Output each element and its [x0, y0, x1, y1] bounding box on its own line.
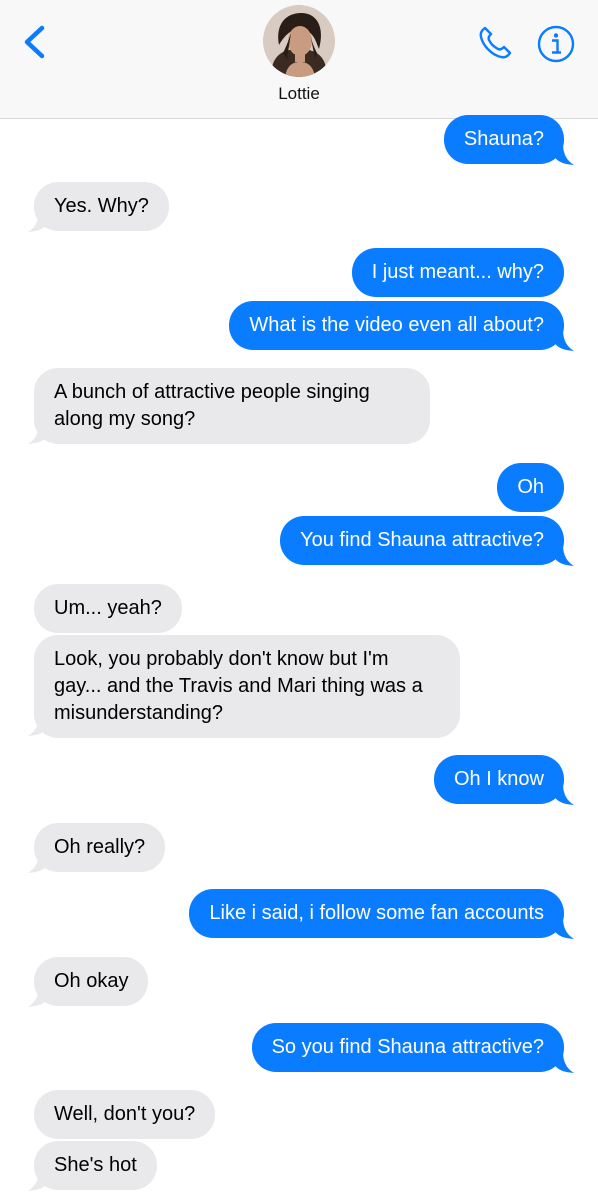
message-bubble-received[interactable]: She's hot [34, 1141, 157, 1190]
bubble-tail [28, 422, 48, 444]
bubble-tail [28, 714, 48, 736]
message-text: What is the video even all about? [249, 314, 544, 336]
bubble-tail [28, 1169, 48, 1191]
message-bubble-sent[interactable]: You find Shauna attractive? [280, 516, 564, 565]
message-bubble-received[interactable]: Well, don't you? [34, 1090, 216, 1139]
message-bubble-received[interactable]: Look, you probably don't know but I'm ga… [34, 635, 460, 738]
back-button[interactable] [18, 24, 52, 60]
message-bubble-sent[interactable]: Like i said, i follow some fan accounts [189, 889, 564, 938]
call-button[interactable] [474, 22, 516, 64]
message-text: She's hot [54, 1154, 137, 1176]
bubble-tail [554, 1051, 574, 1073]
message-text: Yes. Why? [54, 195, 149, 217]
message-bubble-sent[interactable]: So you find Shauna attractive? [251, 1023, 564, 1072]
bubble-tail [554, 544, 574, 566]
bubble-tail [554, 329, 574, 351]
bubble-tail [28, 985, 48, 1007]
contact-name[interactable]: Lottie [0, 84, 598, 104]
message-bubble-sent[interactable]: Oh [497, 463, 564, 512]
bubble-tail [554, 917, 574, 939]
message-text: You find Shauna attractive? [300, 529, 544, 551]
message-bubble-sent[interactable]: I just meant... why? [351, 248, 564, 297]
message-bubble-received[interactable]: Um... yeah? [34, 584, 182, 633]
message-text: Oh I know [453, 768, 544, 790]
bubble-tail [28, 851, 48, 873]
message-text: I just meant... why? [371, 261, 544, 283]
chevron-left-icon [24, 25, 45, 59]
conversation-header: Lottie [0, 0, 598, 119]
message-text: So you find Shauna attractive? [271, 1036, 544, 1058]
message-bubble-received[interactable]: Oh okay [34, 957, 149, 1006]
message-text: Well, don't you? [54, 1103, 196, 1125]
bubble-tail [28, 210, 48, 232]
message-bubble-received[interactable]: Oh really? [34, 823, 166, 872]
info-button[interactable] [536, 24, 576, 64]
message-text: Like i said, i follow some fan accounts [209, 902, 544, 924]
message-text: Look, you probably don't know but I'm ga… [54, 648, 423, 724]
contact-avatar[interactable] [263, 5, 335, 77]
avatar-image [263, 5, 335, 77]
message-text: Oh okay [54, 970, 129, 992]
message-text: Shauna? [463, 128, 544, 150]
message-bubble-received[interactable]: A bunch of attractive people singing alo… [34, 368, 430, 444]
message-text: Oh [517, 476, 544, 498]
phone-icon [479, 26, 512, 59]
message-text: A bunch of attractive people singing alo… [54, 381, 370, 430]
message-bubble-sent[interactable]: What is the video even all about? [229, 301, 564, 350]
info-icon [537, 25, 575, 63]
message-text: Oh really? [54, 836, 146, 858]
message-bubble-sent[interactable]: Shauna? [443, 115, 564, 164]
bubble-tail [554, 143, 574, 165]
message-text: Um... yeah? [54, 597, 162, 619]
message-bubble-received[interactable]: Yes. Why? [34, 182, 169, 231]
message-bubble-sent[interactable]: Oh I know [433, 755, 564, 804]
bubble-tail [554, 783, 574, 805]
